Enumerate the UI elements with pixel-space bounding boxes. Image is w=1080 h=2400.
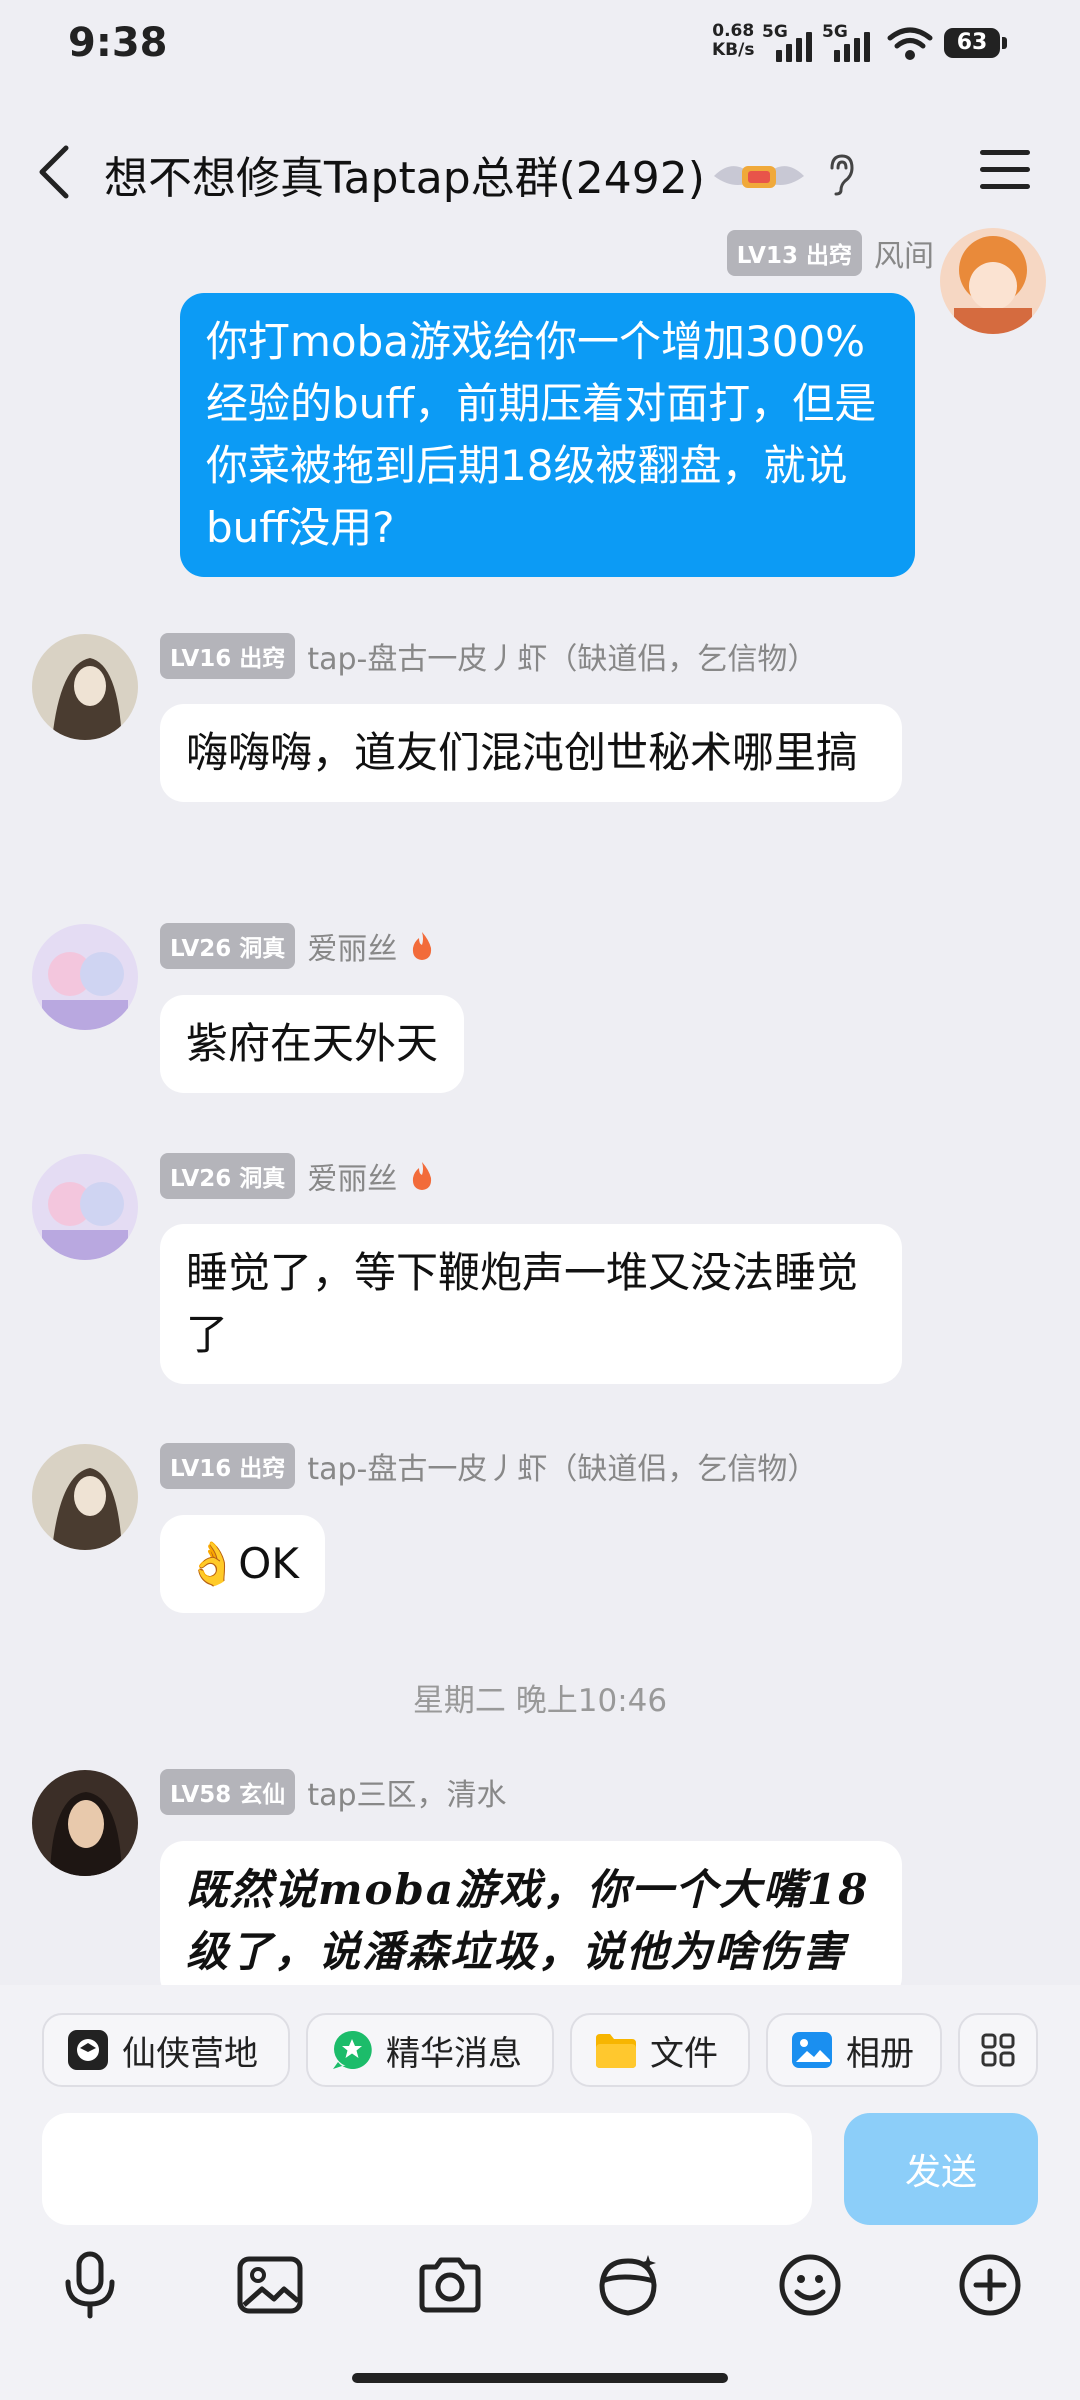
image-icon (237, 2256, 303, 2314)
message-bubble[interactable]: 紫府在天外天 (160, 995, 465, 1093)
emoji-button[interactable] (770, 2245, 850, 2325)
message-bubble[interactable]: 👌OK (160, 1515, 325, 1613)
level-badge: LV13 出窍 (726, 230, 862, 276)
quick-action-bar: 仙侠营地 精华消息 文件 相册 (0, 1985, 1080, 2105)
microphone-icon (65, 2251, 115, 2319)
clock: 9:38 (68, 20, 168, 66)
more-button[interactable] (950, 2245, 1030, 2325)
avatar[interactable] (32, 1444, 138, 1550)
sender-name[interactable]: tap-盘古一皮丿虾（缺道侣，乞信物） (307, 1444, 817, 1488)
avatar-image (32, 1770, 138, 1876)
sender-name[interactable]: tap三区，清水 (307, 1770, 506, 1814)
message-bubble[interactable]: 你打moba游戏给你一个增加300%经验的buff，前期压着对面打，但是你菜被拖… (180, 293, 915, 577)
level-badge: LV26 洞真 (160, 1153, 296, 1199)
message-meta: LV26 洞真 爱丽丝 (160, 1153, 435, 1199)
chat-header: 想不想修真Taptap总群(2492) (0, 120, 1080, 220)
avatar-image (940, 228, 1046, 334)
message-list[interactable]: LV13 出窍 风间 你打moba游戏给你一个增加300%经验的buff，前期压… (0, 220, 1080, 1985)
quick-action-camp[interactable]: 仙侠营地 (42, 2013, 290, 2087)
sticker-button[interactable] (588, 2245, 668, 2325)
fire-icon (413, 1162, 432, 1190)
message-meta: LV26 洞真 爱丽丝 (160, 923, 435, 969)
message-input[interactable] (42, 2113, 812, 2225)
message-meta: LV58 玄仙 tap三区，清水 (160, 1769, 507, 1815)
battery-icon: 63 (944, 28, 1007, 58)
group-title[interactable]: 想不想修真Taptap总群(2492) (104, 142, 705, 206)
camp-icon (68, 2030, 108, 2070)
avatar[interactable] (940, 228, 1046, 334)
image-button[interactable] (230, 2245, 310, 2325)
avatar[interactable] (32, 1154, 138, 1260)
status-bar: 9:38 0.68 KB/s 5G 5G 63 (0, 0, 1080, 90)
send-button[interactable]: 发送 (844, 2113, 1038, 2225)
avatar-image (32, 1444, 138, 1550)
quick-action-highlights[interactable]: 精华消息 (306, 2013, 554, 2087)
signal-icon-2 (834, 26, 870, 62)
camera-button[interactable] (410, 2245, 490, 2325)
more-apps-button[interactable] (958, 2013, 1038, 2087)
camera-icon (419, 2257, 481, 2313)
message-bubble[interactable]: 睡觉了，等下鞭炮声一堆又没法睡觉了 (160, 1224, 902, 1384)
star-icon (333, 2030, 372, 2069)
level-badge: LV16 出窍 (160, 1443, 296, 1489)
quick-action-files[interactable]: 文件 (570, 2013, 750, 2087)
smiley-icon (779, 2254, 841, 2316)
message-meta: LV16 出窍 tap-盘古一皮丿虾（缺道侣，乞信物） (160, 1443, 817, 1489)
grid-icon (981, 2033, 1015, 2067)
level-badge: LV16 出窍 (160, 633, 296, 679)
sender-name[interactable]: 风间 (874, 231, 934, 275)
back-arrow-icon[interactable] (34, 142, 74, 202)
time-divider: 星期二 晚上10:46 (412, 1683, 668, 1719)
composer: 发送 (0, 2105, 1080, 2400)
message-bubble[interactable]: 既然说moba游戏，你一个大嘴18级了，说潘森垃圾，说他为啥伤害 (160, 1841, 902, 1985)
fire-icon (413, 932, 432, 960)
avatar-image (32, 634, 138, 740)
sender-name[interactable]: 爱丽丝 (307, 1154, 397, 1198)
signal-icon (776, 26, 812, 62)
avatar-sticker-icon (599, 2255, 657, 2316)
avatar[interactable] (32, 924, 138, 1030)
avatar[interactable] (32, 1770, 138, 1876)
plus-icon (959, 2254, 1021, 2316)
menu-icon[interactable] (978, 148, 1032, 192)
message-meta: LV16 出窍 tap-盘古一皮丿虾（缺道侣，乞信物） (160, 633, 817, 679)
message-meta: LV13 出窍 风间 (726, 230, 934, 276)
album-icon (792, 2032, 832, 2068)
level-badge: LV58 玄仙 (160, 1769, 296, 1815)
avatar-image (32, 924, 138, 1030)
sender-name[interactable]: tap-盘古一皮丿虾（缺道侣，乞信物） (307, 634, 817, 678)
avatar[interactable] (32, 634, 138, 740)
home-indicator[interactable] (352, 2373, 728, 2383)
folder-icon (596, 2034, 636, 2068)
message-bubble[interactable]: 嗨嗨嗨，道友们混沌创世秘术哪里搞 (160, 704, 902, 802)
quick-action-album[interactable]: 相册 (766, 2013, 942, 2087)
avatar-image (32, 1154, 138, 1260)
wifi-icon (887, 27, 933, 60)
group-rank-badge-icon (714, 166, 804, 188)
voice-button[interactable] (50, 2245, 130, 2325)
sender-name[interactable]: 爱丽丝 (307, 924, 397, 968)
level-badge: LV26 洞真 (160, 923, 296, 969)
ear-mode-icon[interactable] (826, 152, 856, 196)
network-speed: 0.68 KB/s (712, 21, 755, 60)
